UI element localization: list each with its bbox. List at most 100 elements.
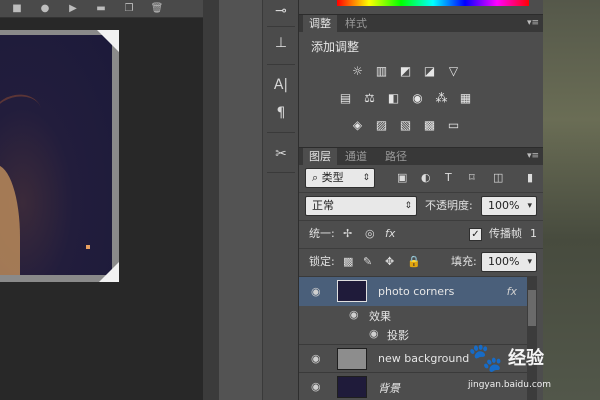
actions-toolbar: ■ ● ▶ ▬ ❐ 🗑	[0, 0, 203, 18]
color-spectrum[interactable]	[337, 0, 529, 6]
chevron-down-icon: ▾	[527, 201, 532, 211]
vibrance-icon[interactable]: ▽	[445, 63, 462, 78]
propagate-frame-value: 1	[530, 227, 537, 240]
levels-icon[interactable]: ▥	[373, 63, 390, 78]
character-icon[interactable]: A|	[269, 74, 293, 96]
unify-style-icon[interactable]: fx	[385, 224, 395, 244]
tab-adjustments[interactable]: 调整	[303, 15, 337, 33]
scrollbar-thumb[interactable]	[528, 290, 536, 326]
watermark-brand: 经验	[508, 348, 544, 369]
brush-preset-icon[interactable]: ⊸	[269, 0, 293, 22]
clone-source-icon[interactable]: ⊥	[269, 32, 293, 54]
lock-image-icon[interactable]: ✎	[363, 252, 372, 272]
eye-icon[interactable]: ◉	[311, 352, 321, 365]
lock-transparent-icon[interactable]: ▩	[343, 252, 353, 272]
photo-filter-icon[interactable]: ◉	[409, 90, 426, 105]
tool-presets-icon[interactable]: ✂	[269, 143, 293, 165]
play-icon[interactable]: ▶	[62, 1, 84, 17]
eye-icon[interactable]: ◉	[311, 380, 321, 393]
trash-icon[interactable]: 🗑	[146, 1, 168, 17]
shape-filter-icon[interactable]: ⌑	[469, 168, 475, 188]
invert-icon[interactable]: ◈	[349, 117, 366, 132]
adjustments-tabbar: 调整 样式 ▾≡	[299, 14, 543, 33]
eye-icon[interactable]: ◉	[349, 308, 359, 321]
layer-row[interactable]: ◉ photo corners fx	[299, 276, 527, 306]
paragraph-icon[interactable]: ¶	[269, 102, 293, 124]
panel-menu-icon[interactable]: ▾≡	[527, 151, 539, 161]
filter-toggle-icon[interactable]: ▮	[527, 168, 533, 188]
panel-menu-icon[interactable]: ▾≡	[527, 18, 539, 28]
type-filter-icon[interactable]: T	[445, 168, 452, 188]
opacity-input[interactable]: 100% ▾	[481, 196, 537, 216]
blend-mode-select[interactable]: 正常 ⇕	[305, 196, 417, 216]
layer-name: photo corners	[378, 285, 455, 298]
color-spectrum-bar	[299, 0, 543, 14]
layer-thumbnail	[337, 348, 367, 370]
folder-icon[interactable]: ▬	[90, 1, 112, 17]
selective-color-icon[interactable]: ▩	[421, 117, 438, 132]
unify-visibility-icon[interactable]: ◎	[365, 224, 375, 244]
chevron-down-icon: ▾	[527, 257, 532, 267]
filter-kind-select[interactable]: ⌕ 类型 ⇕	[305, 168, 375, 188]
tab-paths[interactable]: 路径	[379, 148, 413, 166]
pixel-filter-icon[interactable]: ▣	[397, 168, 407, 188]
tab-layers[interactable]: 图层	[303, 148, 337, 166]
watermark-url: jingyan.baidu.com	[468, 380, 552, 390]
chevron-updown-icon: ⇕	[404, 201, 412, 211]
canvas-area[interactable]	[0, 18, 203, 400]
lock-all-icon[interactable]: 🔒	[407, 252, 421, 272]
unify-label: 统一:	[309, 227, 335, 240]
opacity-label: 不透明度:	[425, 199, 473, 212]
photo-image	[0, 35, 112, 275]
layer-thumbnail	[337, 376, 367, 398]
layer-name: new background	[378, 352, 470, 365]
panel-dock: ⊸ ⊥ A| ¶ ✂	[262, 0, 299, 400]
new-icon[interactable]: ❐	[118, 1, 140, 17]
blend-row: 正常 ⇕ 不透明度: 100% ▾	[299, 192, 543, 218]
hue-saturation-icon[interactable]: ▤	[337, 90, 354, 105]
layer-filter-row: ⌕ 类型 ⇕ ▣ ◐ T ⌑ ◫ ▮	[299, 165, 543, 191]
effect-row[interactable]: ◉ 效果	[299, 306, 527, 324]
black-white-icon[interactable]: ◧	[385, 90, 402, 105]
tab-styles[interactable]: 样式	[339, 15, 373, 33]
photoshop-window: ■ ● ▶ ▬ ❐ 🗑 ⊸ ⊥ A| ¶ ✂ 调整 样式 ▾≡ 添加调整 ☼ ▥…	[0, 0, 600, 400]
exposure-icon[interactable]: ◪	[421, 63, 438, 78]
unify-position-icon[interactable]: ✢	[343, 224, 352, 244]
layer-name: 背景	[378, 382, 400, 395]
eye-icon[interactable]: ◉	[369, 327, 379, 340]
photo-frame	[0, 30, 119, 282]
fill-label: 填充:	[451, 255, 477, 268]
smart-object-filter-icon[interactable]: ◫	[493, 168, 503, 188]
drop-shadow-label: 投影	[387, 329, 409, 342]
stop-icon[interactable]: ■	[6, 1, 28, 17]
brightness-icon[interactable]: ☼	[349, 63, 366, 78]
lock-label: 锁定:	[309, 255, 335, 268]
color-lookup-icon[interactable]: ▦	[457, 90, 474, 105]
posterize-icon[interactable]: ▨	[373, 117, 390, 132]
chevron-updown-icon: ⇕	[362, 173, 370, 183]
lock-position-icon[interactable]: ✥	[385, 252, 394, 272]
gradient-map-icon[interactable]: ▭	[445, 117, 462, 132]
search-icon: ⌕	[312, 171, 322, 184]
tab-channels[interactable]: 通道	[339, 148, 373, 166]
layer-fx-badge[interactable]: fx	[507, 285, 517, 298]
curves-icon[interactable]: ◩	[397, 63, 414, 78]
effects-label: 效果	[369, 310, 391, 323]
eye-icon[interactable]: ◉	[311, 285, 321, 298]
channel-mixer-icon[interactable]: ⁂	[433, 90, 450, 105]
lock-row: 锁定: ▩ ✎ ✥ 🔒 填充: 100% ▾	[299, 248, 543, 274]
propagate-frame-checkbox[interactable]: ✓	[469, 228, 482, 241]
watermark: 🐾 经验 jingyan.baidu.com	[468, 336, 588, 392]
photo-corner-top-right	[97, 30, 119, 52]
scrollbar-strip	[203, 0, 219, 400]
layers-tabbar: 图层 通道 路径 ▾≡	[299, 147, 543, 166]
record-icon[interactable]: ●	[34, 1, 56, 17]
adjustment-filter-icon[interactable]: ◐	[421, 168, 431, 188]
unify-row: 统一: ✢ ◎ fx ✓ 传播帧 1	[299, 220, 543, 246]
threshold-icon[interactable]: ▧	[397, 117, 414, 132]
photo-corner-bottom-right	[99, 262, 119, 282]
fill-input[interactable]: 100% ▾	[481, 252, 537, 272]
adjustments-title: 添加调整	[311, 40, 360, 54]
color-balance-icon[interactable]: ⚖	[361, 90, 378, 105]
layer-thumbnail	[337, 280, 367, 302]
